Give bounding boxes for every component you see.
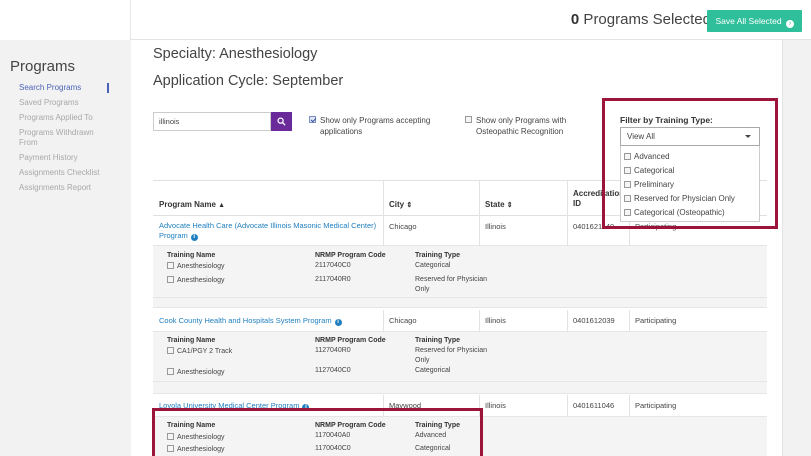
program-detail: Training Name NRMP Program Code Training… [153, 332, 767, 382]
program-detail: Training Name NRMP Program Code Training… [153, 246, 767, 298]
program-accreditation-id: 0401612039 [573, 316, 615, 325]
selected-count: 0 [570, 11, 580, 28]
track-row: Anesthesiology [167, 262, 224, 272]
program-status: Participating [635, 401, 677, 410]
highlight-box-filter [602, 98, 778, 229]
specialty-title: Specialty: Anesthesiology [153, 46, 318, 62]
nrmp-code-header: NRMP Program Code [315, 252, 386, 259]
osteopathic-label: Show only Programs with Osteopathic Reco… [476, 116, 567, 136]
column-divider [383, 216, 384, 246]
column-divider [479, 216, 480, 246]
column-divider [479, 181, 480, 217]
track-type: Categorical [415, 262, 451, 269]
column-divider [567, 181, 568, 217]
column-divider [383, 310, 384, 332]
row-spacer [153, 382, 767, 394]
sidebar: Programs Search Programs Saved Programs … [0, 40, 131, 456]
sidebar-item-programs-withdrawn[interactable]: Programs Withdrawn From [19, 128, 109, 148]
training-type-header: Training Type [415, 252, 460, 259]
track-code: 1127040R0 [315, 347, 351, 354]
track-type: Categorical [415, 367, 451, 374]
track-checkbox[interactable] [167, 262, 174, 269]
column-city[interactable]: City ⇕ [389, 200, 412, 209]
program-status: Participating [635, 316, 677, 325]
column-divider [629, 395, 630, 417]
training-type-header: Training Type [415, 337, 460, 344]
top-bar-left-strip [0, 0, 131, 40]
search-icon [277, 117, 286, 126]
column-program-name[interactable]: Program Name ▲ [159, 200, 225, 209]
right-gutter [783, 40, 811, 456]
search-button[interactable] [271, 112, 292, 131]
sort-asc-icon: ▲ [218, 202, 226, 209]
track-code: 2117040R0 [315, 276, 351, 283]
sort-icon: ⇕ [406, 202, 413, 209]
column-divider [629, 310, 630, 332]
sidebar-item-payment-history[interactable]: Payment History [19, 153, 109, 163]
top-bar: 0 Programs Selected Save All Selected › [0, 0, 811, 40]
training-name-header: Training Name [167, 252, 216, 259]
osteopathic-checkbox[interactable] [465, 116, 472, 123]
column-divider [479, 310, 480, 332]
accepting-applications-checkbox[interactable] [309, 116, 316, 123]
training-name-header: Training Name [167, 337, 216, 344]
save-all-selected-button[interactable]: Save All Selected › [707, 10, 802, 32]
program-city: Chicago [389, 222, 417, 231]
program-link[interactable]: Cook County Health and Hospitals System … [159, 316, 332, 325]
highlight-box-loyola-tracks [152, 408, 483, 456]
track-code: 1127040C0 [315, 367, 351, 374]
column-state[interactable]: State ⇕ [485, 200, 513, 209]
column-divider [567, 310, 568, 332]
program-state: Illinois [485, 316, 506, 325]
sidebar-nav: Search Programs Saved Programs Programs … [19, 83, 109, 198]
sidebar-item-saved-programs[interactable]: Saved Programs [19, 98, 109, 108]
track-checkbox[interactable] [167, 368, 174, 375]
table-row: Cook County Health and Hospitals System … [153, 310, 767, 332]
sidebar-item-assignments-report[interactable]: Assignments Report [19, 183, 109, 193]
column-divider [383, 181, 384, 217]
programs-selected-counter: 0 Programs Selected [571, 11, 711, 28]
track-type: Reserved for Physician Only [415, 347, 487, 364]
track-row: Anesthesiology [167, 276, 224, 286]
column-divider [567, 395, 568, 417]
sort-icon: ⇕ [506, 202, 513, 209]
accepting-applications-label: Show only Programs accepting application… [320, 116, 431, 136]
save-all-selected-label: Save All Selected [715, 16, 782, 26]
sidebar-item-assignments-checklist[interactable]: Assignments Checklist [19, 168, 109, 178]
track-checkbox[interactable] [167, 347, 174, 354]
sidebar-title: Programs [10, 58, 76, 75]
info-icon[interactable]: i [190, 234, 198, 241]
track-checkbox[interactable] [167, 276, 174, 283]
nrmp-code-header: NRMP Program Code [315, 337, 386, 344]
application-cycle-title: Application Cycle: September [153, 73, 344, 89]
program-state: Illinois [485, 222, 506, 231]
row-spacer [153, 298, 767, 308]
track-code: 2117040C0 [315, 262, 351, 269]
track-row: Anesthesiology [167, 368, 224, 378]
track-row: CA1/PGY 2 Track [167, 347, 232, 357]
arrow-right-circle-icon: › [786, 20, 794, 28]
sidebar-item-search-programs[interactable]: Search Programs [19, 83, 109, 93]
program-city: Chicago [389, 316, 417, 325]
program-state: Illinois [485, 401, 506, 410]
selected-label: Programs Selected [579, 11, 711, 28]
track-type: Reserved for Physician Only [415, 276, 487, 293]
program-accreditation-id: 0401611046 [573, 401, 615, 410]
info-icon[interactable]: i [334, 319, 342, 326]
sidebar-item-programs-applied-to[interactable]: Programs Applied To [19, 113, 109, 123]
search-input[interactable] [153, 112, 271, 131]
column-divider [567, 216, 568, 246]
